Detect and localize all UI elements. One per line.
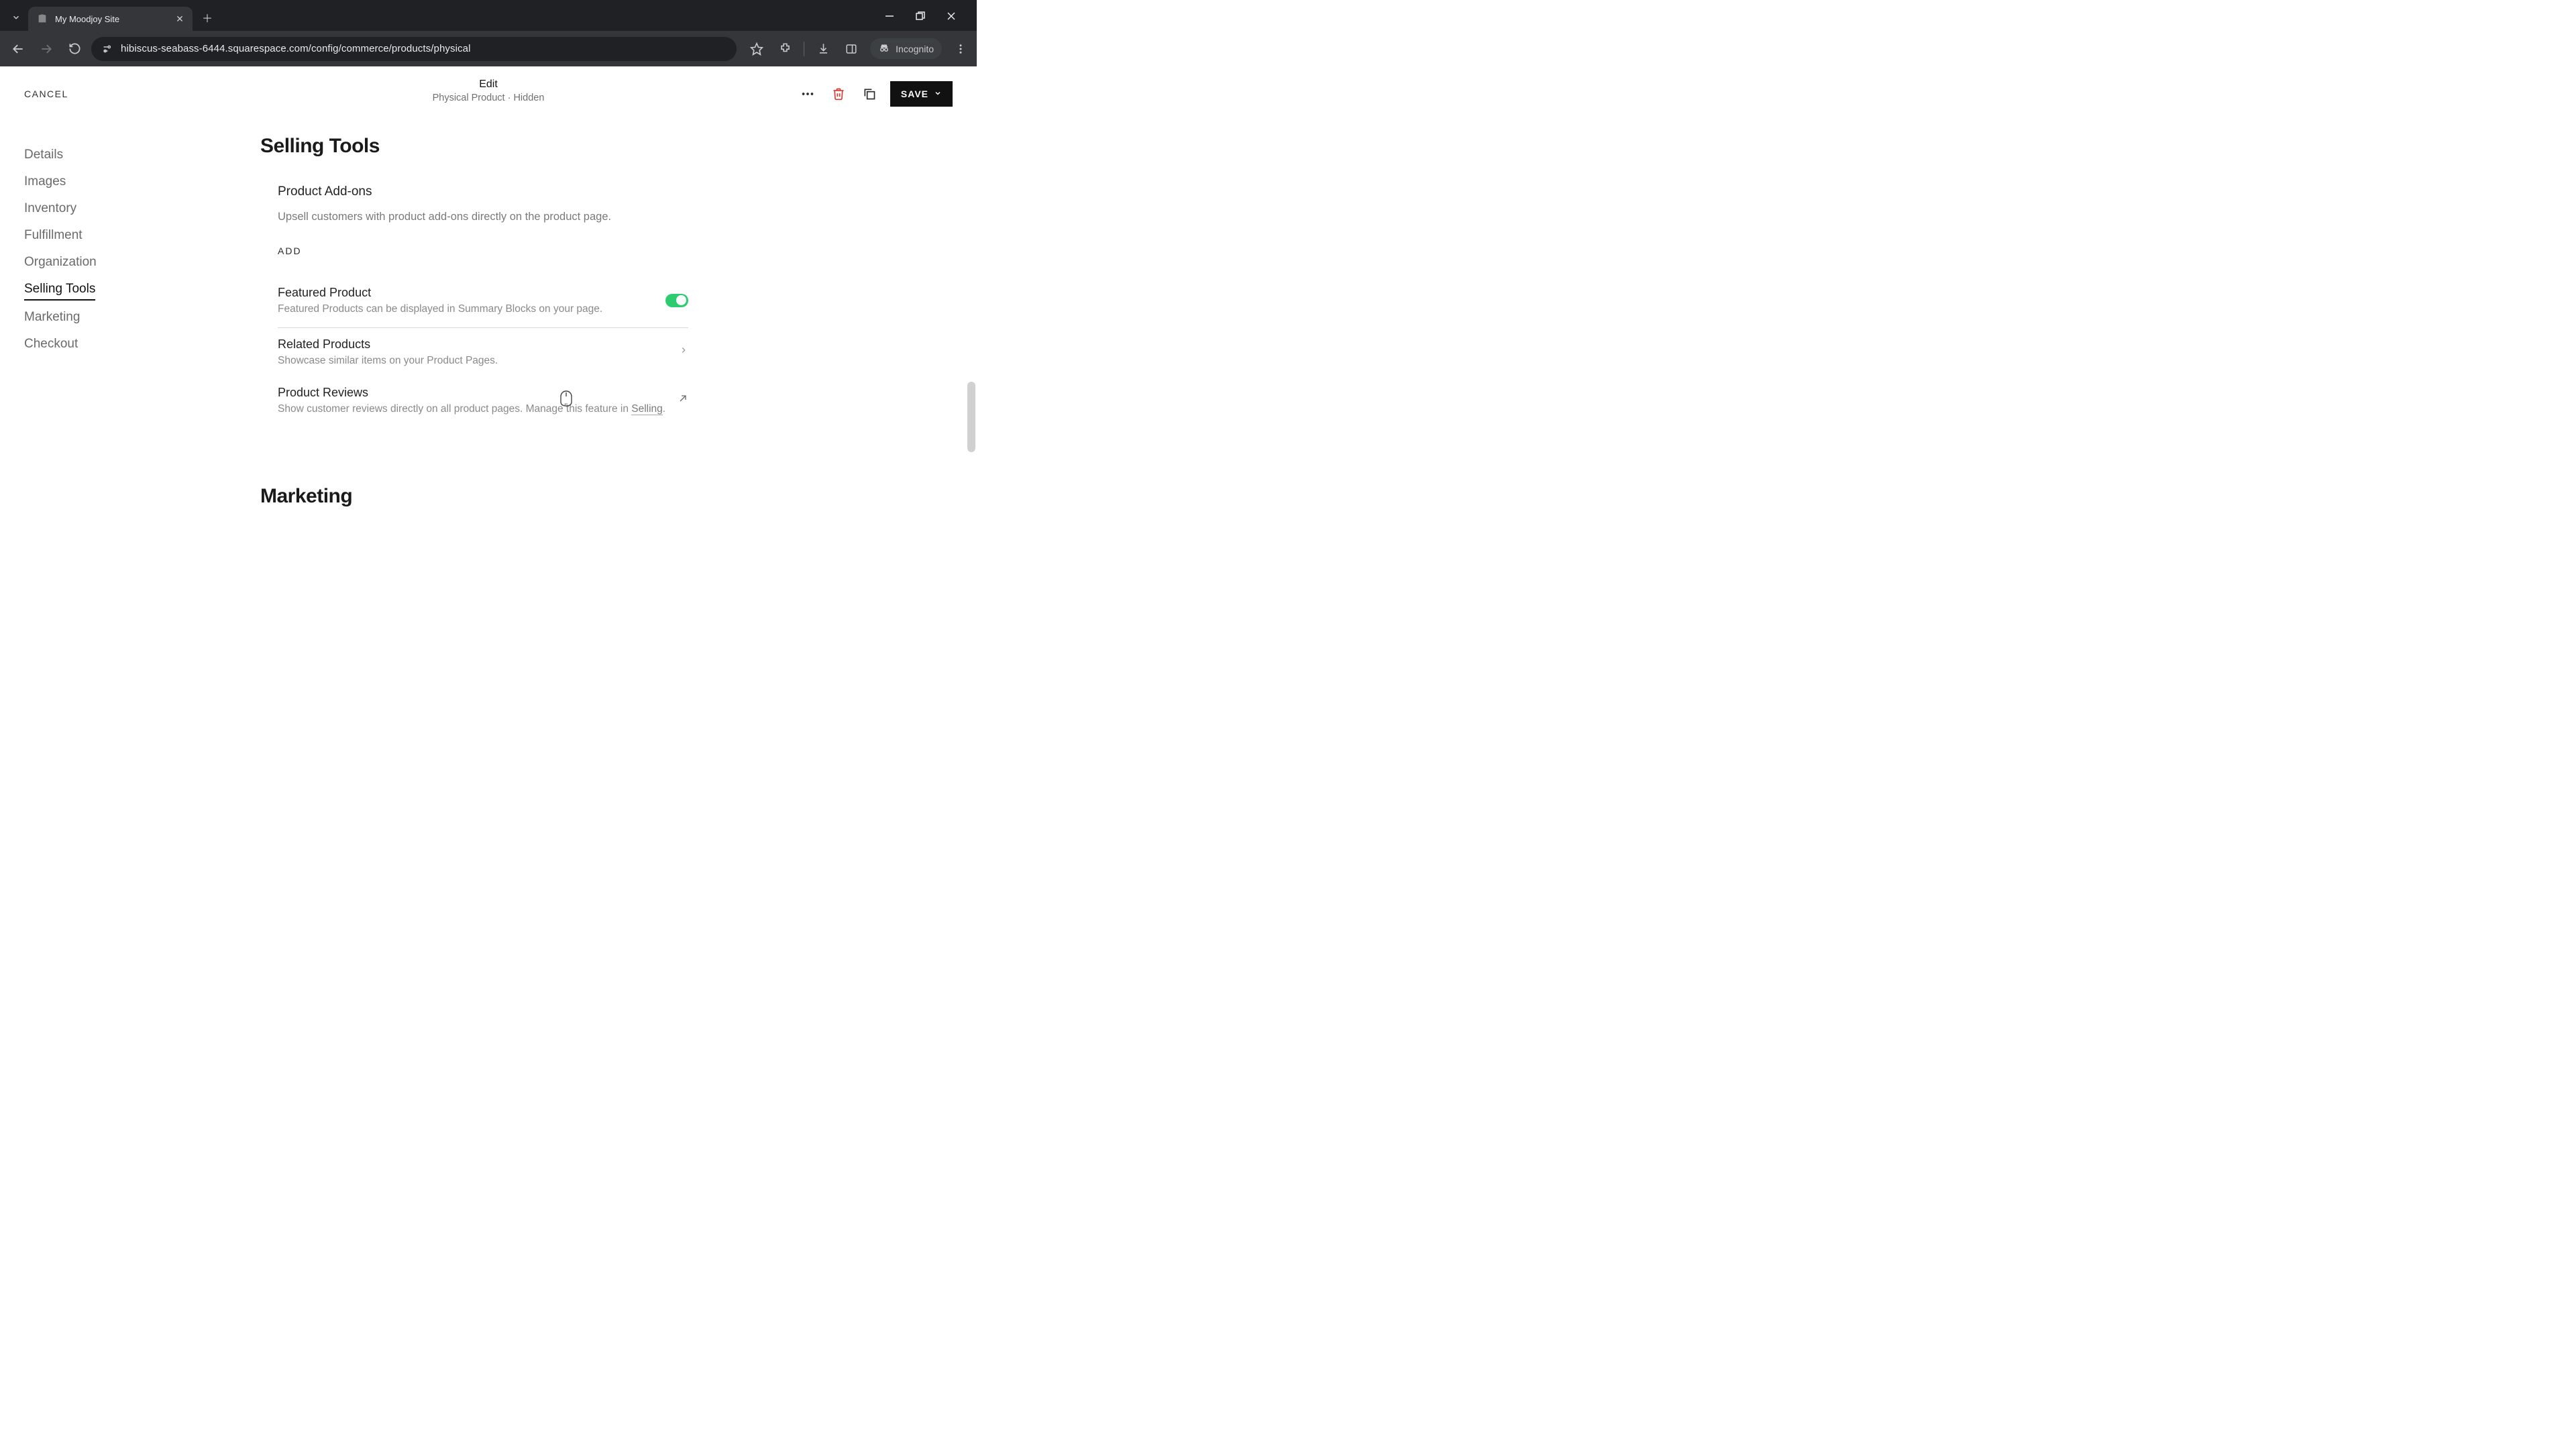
sidebar-item-organization[interactable]: Organization <box>24 249 221 276</box>
tabs-dropdown-button[interactable] <box>7 8 25 27</box>
browser-menu-icon[interactable] <box>951 40 970 58</box>
side-panel-icon[interactable] <box>842 40 861 58</box>
more-menu-icon[interactable] <box>798 84 818 104</box>
incognito-indicator[interactable]: Incognito <box>870 38 942 59</box>
external-arrow-icon <box>678 393 688 407</box>
save-button[interactable]: SAVE <box>890 81 953 107</box>
window-minimize-icon[interactable] <box>881 8 898 24</box>
header-title-group: Edit Physical Product · Hidden <box>433 78 545 103</box>
url-text: hibiscus-seabass-6444.squarespace.com/co… <box>121 43 471 54</box>
tab-favicon-icon <box>36 13 48 25</box>
section-heading-selling-tools: Selling Tools <box>260 135 704 158</box>
incognito-icon <box>878 42 890 56</box>
section-heading-marketing: Marketing <box>260 485 704 508</box>
selling-link[interactable]: Selling <box>631 403 663 415</box>
url-field[interactable]: hibiscus-seabass-6444.squarespace.com/co… <box>91 37 737 61</box>
product-reviews-desc-suffix: . <box>663 403 665 415</box>
product-reviews-desc-prefix: Show customer reviews directly on all pr… <box>278 403 631 415</box>
featured-product-toggle[interactable] <box>665 294 688 307</box>
window-maximize-icon[interactable] <box>912 8 928 24</box>
related-products-title: Related Products <box>278 337 679 352</box>
window-close-icon[interactable] <box>943 8 959 24</box>
nav-forward-button[interactable] <box>35 38 58 60</box>
sidebar-item-details[interactable]: Details <box>24 142 221 168</box>
sidebar-item-fulfillment[interactable]: Fulfillment <box>24 222 221 249</box>
page-subtitle: Physical Product · Hidden <box>433 93 545 103</box>
chevron-right-icon <box>679 345 688 358</box>
new-tab-button[interactable]: ＋ <box>198 8 217 27</box>
extensions-icon[interactable] <box>775 40 794 58</box>
tab-close-icon[interactable]: ✕ <box>174 13 186 25</box>
bookmark-star-icon[interactable] <box>747 40 766 58</box>
duplicate-icon[interactable] <box>859 84 879 104</box>
main-panel: Selling Tools Product Add-ons Upsell cus… <box>221 121 704 547</box>
product-addons-block: Product Add-ons Upsell customers with pr… <box>260 184 704 256</box>
featured-product-title: Featured Product <box>278 286 665 300</box>
sidebar-item-inventory[interactable]: Inventory <box>24 195 221 222</box>
site-info-icon[interactable] <box>101 43 113 55</box>
featured-product-row: Featured Product Featured Products can b… <box>278 276 688 328</box>
browser-chrome: My Moodjoy Site ✕ ＋ hibiscus-seabass-644… <box>0 0 977 66</box>
nav-reload-button[interactable] <box>63 38 86 60</box>
app-content: CANCEL Edit Physical Product · Hidden SA… <box>0 66 977 547</box>
sidebar-item-images[interactable]: Images <box>24 168 221 195</box>
delete-icon[interactable] <box>828 84 849 104</box>
product-addons-desc: Upsell customers with product add-ons di… <box>278 209 704 225</box>
editor-header: CANCEL Edit Physical Product · Hidden SA… <box>0 66 977 121</box>
chevron-down-icon <box>934 89 942 99</box>
editor-body: Details Images Inventory Fulfillment Org… <box>0 121 977 547</box>
address-bar: hibiscus-seabass-6444.squarespace.com/co… <box>0 31 977 66</box>
cancel-button[interactable]: CANCEL <box>24 89 68 99</box>
save-button-label: SAVE <box>901 89 928 99</box>
sidebar-item-selling-tools[interactable]: Selling Tools <box>24 276 95 301</box>
add-addon-button[interactable]: ADD <box>278 246 704 256</box>
window-controls <box>881 8 971 31</box>
product-addons-title: Product Add-ons <box>278 184 704 199</box>
incognito-label: Incognito <box>896 44 934 54</box>
toolbar-actions: Incognito <box>747 38 970 59</box>
header-actions: SAVE <box>798 81 953 107</box>
tab-title: My Moodjoy Site <box>55 14 174 24</box>
page-title: Edit <box>433 78 545 91</box>
sidebar-item-checkout[interactable]: Checkout <box>24 331 221 358</box>
sidebar-nav: Details Images Inventory Fulfillment Org… <box>0 121 221 547</box>
featured-product-desc: Featured Products can be displayed in Su… <box>278 303 665 315</box>
downloads-icon[interactable] <box>814 40 833 58</box>
tab-strip: My Moodjoy Site ✕ ＋ <box>0 0 977 31</box>
related-products-row[interactable]: Related Products Showcase similar items … <box>278 328 688 376</box>
product-reviews-row[interactable]: Product Reviews Show customer reviews di… <box>278 376 688 425</box>
scrollbar-thumb[interactable] <box>967 382 975 452</box>
browser-tab[interactable]: My Moodjoy Site ✕ <box>28 7 193 31</box>
product-reviews-title: Product Reviews <box>278 386 678 400</box>
sidebar-item-marketing[interactable]: Marketing <box>24 304 221 331</box>
nav-back-button[interactable] <box>7 38 30 60</box>
related-products-desc: Showcase similar items on your Product P… <box>278 355 679 367</box>
product-reviews-desc: Show customer reviews directly on all pr… <box>278 403 678 415</box>
